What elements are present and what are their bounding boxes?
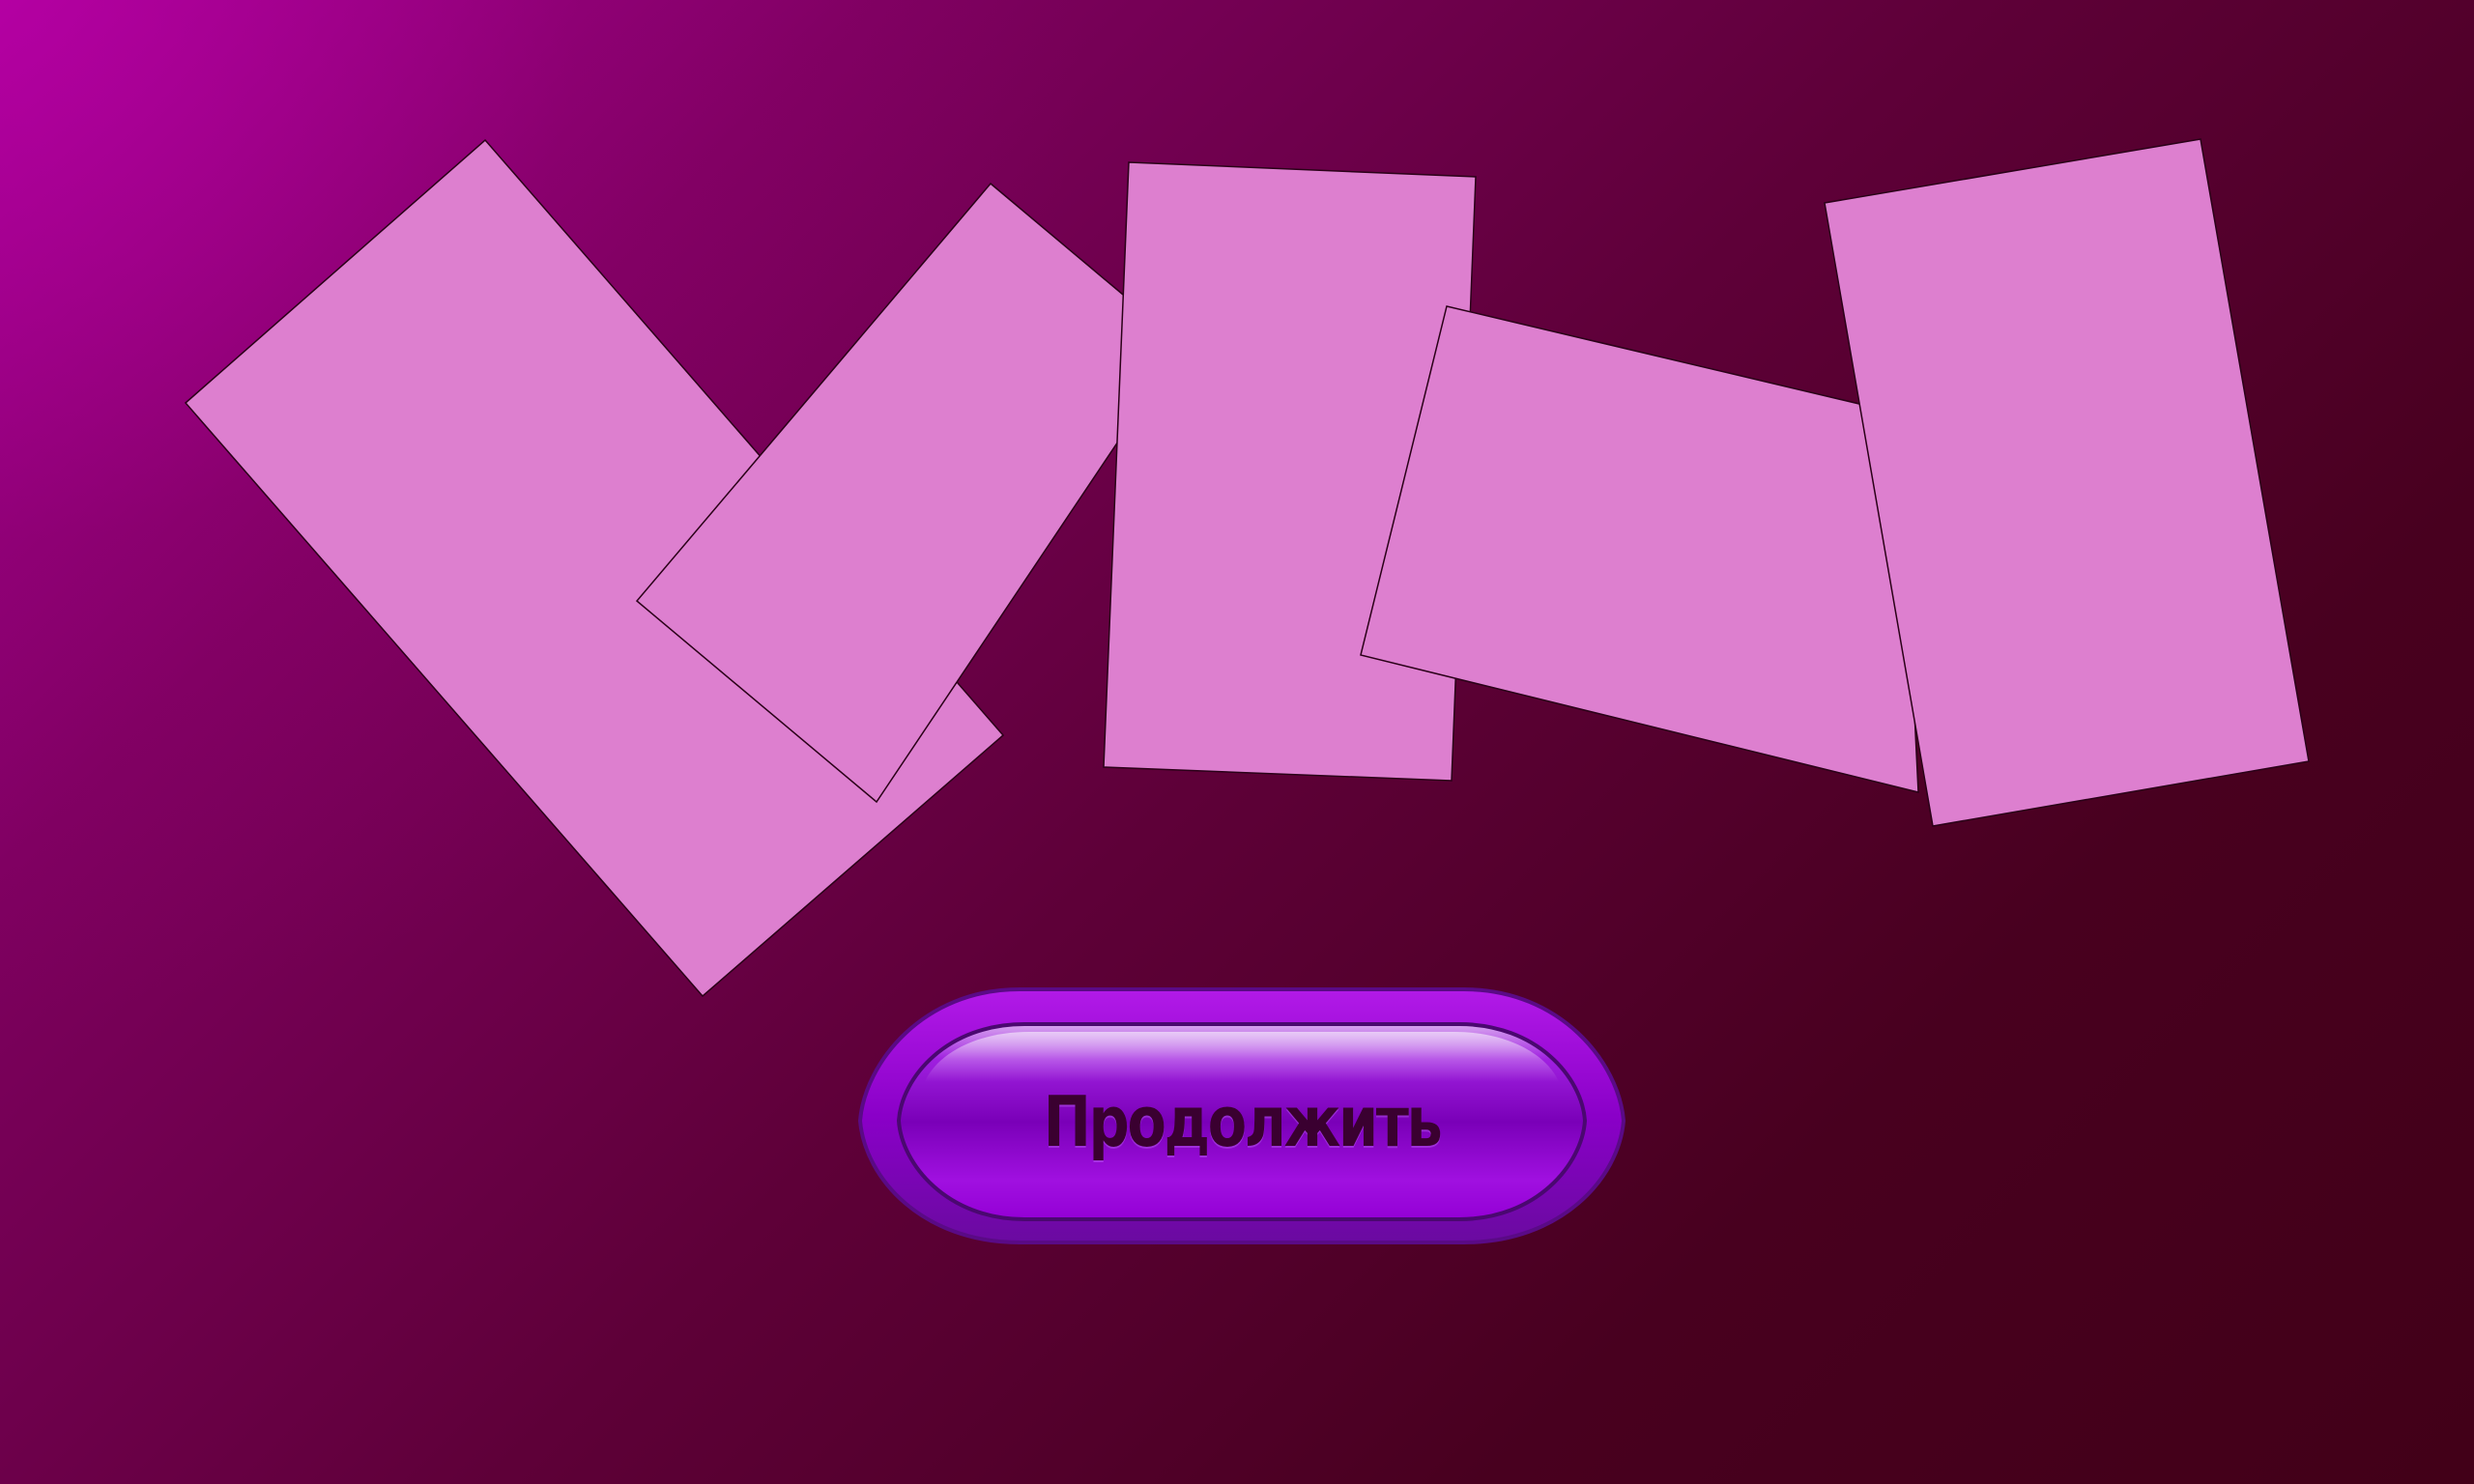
continue-button-label: Продолжить <box>1043 1081 1443 1162</box>
cards-layer <box>184 138 2310 998</box>
game-screen: Продолжить <box>0 0 2474 1484</box>
continue-button[interactable]: Продолжить <box>855 985 1628 1246</box>
